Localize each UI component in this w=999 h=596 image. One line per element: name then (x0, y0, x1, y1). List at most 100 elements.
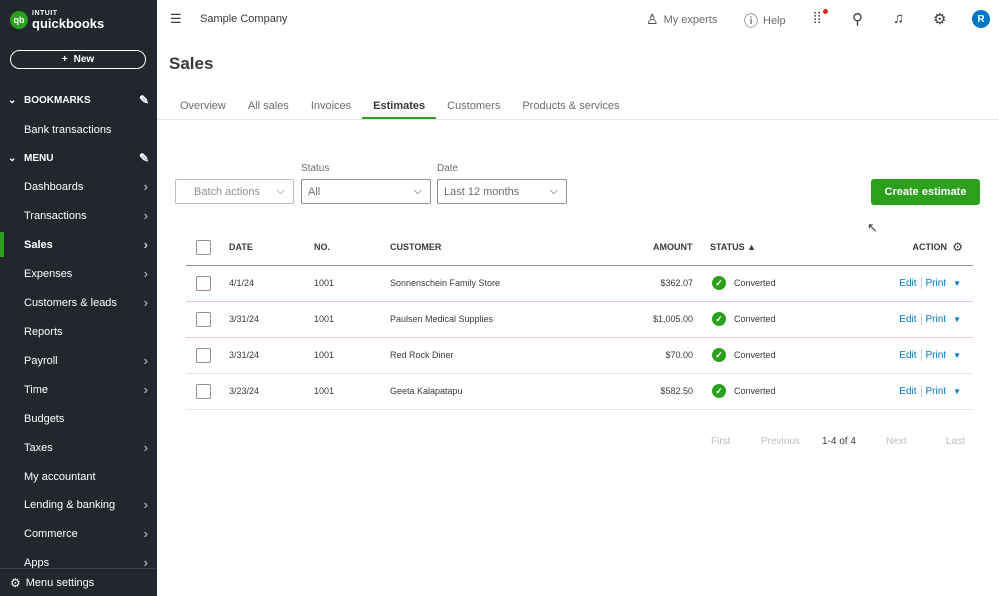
date-filter-select[interactable]: Last 12 months ⌵ (437, 179, 567, 204)
pagination-previous[interactable]: Previous (761, 436, 800, 447)
sidebar-item-taxes[interactable]: Taxes › (0, 433, 157, 462)
pagination-first[interactable]: First (711, 436, 730, 447)
row-status-label: Converted (734, 386, 776, 396)
sidebar-item-bank-transactions[interactable]: Bank transactions (0, 115, 157, 144)
column-header-status[interactable]: STATUS ▲ (710, 242, 756, 252)
more-actions-caret-icon[interactable]: ▼ (953, 279, 961, 288)
apps-grid-icon[interactable]: ⁞⁞ (813, 10, 821, 27)
edit-link[interactable]: Edit (899, 386, 916, 397)
bookmarks-header[interactable]: ⌄ BOOKMARKS ✎ (0, 90, 157, 110)
edit-link[interactable]: Edit (899, 350, 916, 361)
edit-menu-pencil-icon[interactable]: ✎ (139, 151, 149, 165)
sidebar-item-label: Payroll (24, 354, 58, 367)
sidebar-item-label: Transactions (24, 209, 87, 222)
chevron-right-icon: › (143, 266, 148, 281)
row-checkbox[interactable] (196, 348, 211, 363)
column-header-amount[interactable]: AMOUNT (653, 242, 693, 252)
print-link[interactable]: Print (926, 314, 947, 325)
row-checkbox[interactable] (196, 276, 211, 291)
sidebar-item-expenses[interactable]: Expenses › (0, 259, 157, 288)
my-experts-link[interactable]: ♙ My experts (646, 11, 717, 28)
print-link[interactable]: Print (926, 386, 947, 397)
tab-estimates[interactable]: Estimates (362, 92, 437, 120)
collapse-menu-icon[interactable]: ☰ (170, 11, 182, 27)
status-filter-value: All (308, 185, 321, 198)
help-link[interactable]: ⓘ Help (744, 11, 786, 31)
sidebar-item-my-accountant[interactable]: My accountant (0, 462, 157, 491)
more-actions-caret-icon[interactable]: ▼ (953, 315, 961, 324)
sidebar-item-budgets[interactable]: Budgets (0, 404, 157, 433)
chevron-right-icon: › (143, 208, 148, 223)
create-estimate-button[interactable]: Create estimate (871, 179, 980, 205)
edit-bookmarks-pencil-icon[interactable]: ✎ (139, 93, 149, 107)
tab-all-sales[interactable]: All sales (237, 92, 300, 120)
status-filter-label: Status (301, 163, 330, 174)
menu-header[interactable]: ⌄ MENU ✎ (0, 148, 157, 168)
settings-gear-icon[interactable]: ⚙ (933, 10, 946, 28)
pagination-next[interactable]: Next (886, 436, 907, 447)
row-customer: Sonnenschein Family Store (390, 278, 501, 288)
row-amount: $1,005.00 (652, 314, 693, 324)
more-actions-caret-icon[interactable]: ▼ (953, 387, 961, 396)
print-link[interactable]: Print (926, 350, 947, 361)
sidebar-item-time[interactable]: Time › (0, 375, 157, 404)
edit-link[interactable]: Edit (899, 314, 916, 325)
tab-customers[interactable]: Customers (436, 92, 511, 120)
sidebar-item-label: Commerce (24, 527, 78, 540)
help-circle-icon: ⓘ (744, 13, 758, 29)
sidebar-item-label: Customers & leads (24, 296, 117, 309)
sidebar-item-sales[interactable]: Sales › (0, 230, 157, 259)
search-icon[interactable]: ⚲ (852, 10, 863, 28)
pagination-last[interactable]: Last (946, 436, 965, 447)
sidebar-item-label: Dashboards (24, 180, 84, 193)
tab-products-services[interactable]: Products & services (511, 92, 630, 120)
sidebar-item-label: Bank transactions (24, 123, 112, 136)
chevron-down-icon: ⌵ (549, 185, 558, 197)
tab-overview[interactable]: Overview (169, 92, 237, 120)
new-button-label: New (73, 54, 95, 65)
tab-invoices[interactable]: Invoices (300, 92, 362, 120)
sidebar-item-lending-banking[interactable]: Lending & banking › (0, 490, 157, 519)
chevron-right-icon: › (143, 440, 148, 455)
chevron-down-icon: ⌵ (276, 185, 285, 197)
sidebar-item-customers-leads[interactable]: Customers & leads › (0, 288, 157, 317)
menu-settings-button[interactable]: ⚙ Menu settings (0, 568, 157, 596)
new-button[interactable]: + New (10, 50, 146, 69)
row-actions: Edit Print ▼ (899, 385, 961, 397)
row-date: 3/23/24 (229, 386, 260, 396)
status-filter-select[interactable]: All ⌵ (301, 179, 431, 204)
sidebar-item-label: Taxes (24, 441, 53, 454)
chevron-right-icon: › (143, 497, 148, 512)
bell-icon[interactable]: ♫ (893, 10, 904, 27)
row-checkbox[interactable] (196, 312, 211, 327)
edit-link[interactable]: Edit (899, 278, 916, 289)
column-header-customer[interactable]: CUSTOMER (390, 242, 441, 252)
quickbooks-logo[interactable]: qb INTUIT quickbooks (10, 10, 104, 30)
row-customer: Paulsen Medical Supplies (390, 314, 494, 324)
pagination-count: 1-4 of 4 (822, 436, 856, 447)
sidebar-item-transactions[interactable]: Transactions › (0, 201, 157, 230)
column-header-no[interactable]: NO. (314, 242, 330, 252)
table-row: 3/23/24 1001 Geeta Kalapatapu $582.50 ✓ … (186, 374, 973, 410)
sidebar-item-label: Expenses (24, 267, 73, 280)
sidebar-item-label: Reports (24, 325, 63, 338)
sidebar-item-dashboards[interactable]: Dashboards › (0, 172, 157, 201)
sidebar-item-payroll[interactable]: Payroll › (0, 346, 157, 375)
menu-label: MENU (24, 152, 54, 164)
page-title: Sales (169, 54, 214, 73)
chevron-right-icon: › (143, 237, 148, 252)
sidebar-item-reports[interactable]: Reports (0, 317, 157, 346)
select-all-checkbox[interactable] (196, 240, 211, 255)
avatar[interactable]: R (972, 10, 990, 28)
column-header-date[interactable]: DATE (229, 242, 253, 252)
sidebar-item-label: Budgets (24, 412, 65, 425)
bookmarks-label: BOOKMARKS (24, 94, 91, 106)
more-actions-caret-icon[interactable]: ▼ (953, 351, 961, 360)
sales-tabs: Overview All sales Invoices Estimates Cu… (169, 92, 631, 120)
sidebar-item-commerce[interactable]: Commerce › (0, 519, 157, 548)
row-checkbox[interactable] (196, 384, 211, 399)
table-settings-gear-icon[interactable]: ⚙ (952, 240, 963, 254)
chevron-right-icon: › (143, 295, 148, 310)
batch-actions-dropdown[interactable]: Batch actions ⌵ (175, 179, 294, 204)
print-link[interactable]: Print (926, 278, 947, 289)
